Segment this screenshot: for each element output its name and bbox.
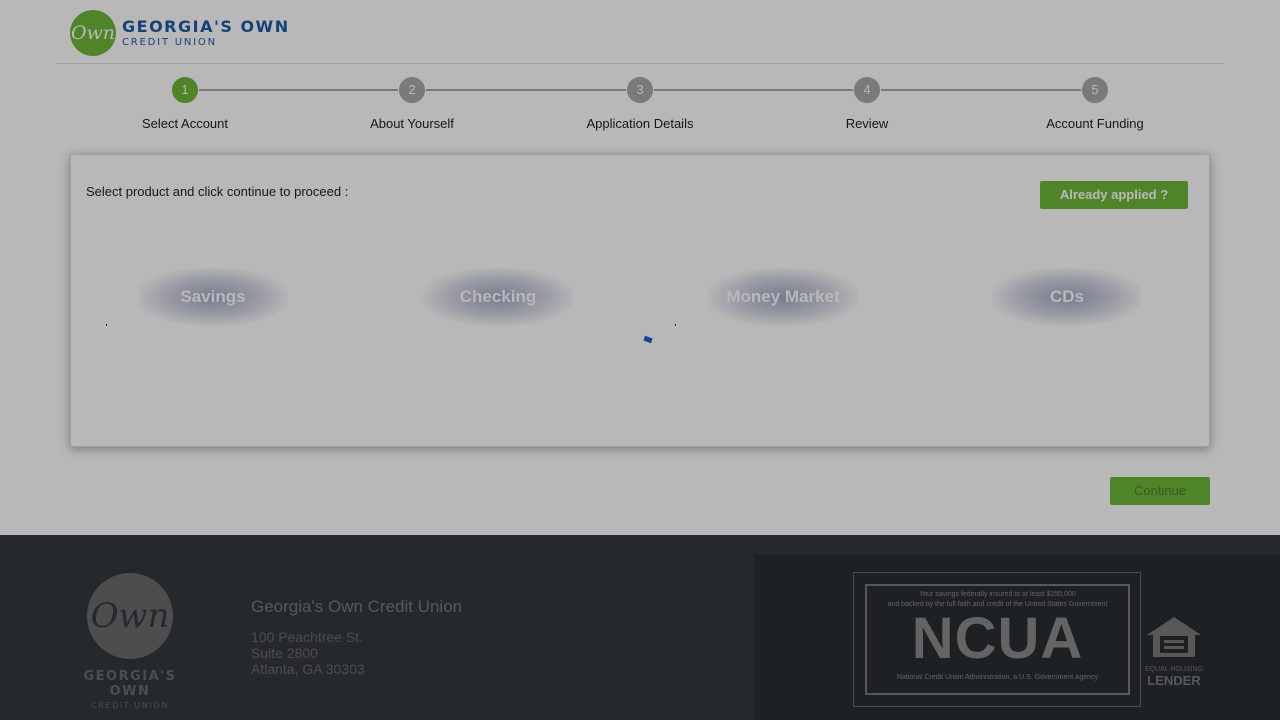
product-cds[interactable]: CDs xyxy=(992,268,1142,326)
separator-dot xyxy=(106,324,107,326)
step-label: About Yourself xyxy=(370,116,454,131)
already-applied-button[interactable]: Already applied ? xyxy=(1040,181,1188,209)
product-money-market[interactable]: Money Market xyxy=(708,268,858,326)
site-footer: Own GEORGIA'S OWN CREDIT UNION Georgia's… xyxy=(0,535,1280,720)
footer-logo[interactable]: Own GEORGIA'S OWN CREDIT UNION xyxy=(70,573,190,710)
product-checking[interactable]: Checking xyxy=(423,268,573,326)
step-select-account: 1 Select Account xyxy=(85,76,285,131)
step-label: Review xyxy=(845,116,889,131)
address-line: 100 Peachtree St. xyxy=(251,629,364,645)
footer-logo-mark: Own xyxy=(87,573,173,659)
step-number-badge: 3 xyxy=(626,76,654,104)
logo-wordmark: GEORGIA'S OWN CREDIT UNION xyxy=(122,16,290,48)
equal-housing-lender-badge: EQUAL HOUSING LENDER xyxy=(1144,615,1204,687)
footer-org-name: Georgia's Own Credit Union xyxy=(251,597,463,616)
step-review: 4 Review xyxy=(767,76,967,131)
ehl-line-2: LENDER xyxy=(1147,673,1201,688)
step-label: Account Funding xyxy=(1046,116,1144,131)
step-number-badge: 2 xyxy=(398,76,426,104)
ncua-top-line: Your savings federally insured to at lea… xyxy=(919,591,1076,598)
logo-mark: Own xyxy=(70,10,116,56)
equal-housing-house-icon xyxy=(1147,617,1201,657)
footer-logo-main-text: GEORGIA'S OWN xyxy=(83,669,177,699)
step-number-badge: 5 xyxy=(1081,76,1109,104)
logo-sub-text: CREDIT UNION xyxy=(122,36,217,48)
address-line: Atlanta, GA 30303 xyxy=(251,661,365,677)
ncua-badge: Your savings federally insured to at lea… xyxy=(853,572,1141,707)
step-number-badge: 4 xyxy=(853,76,881,104)
ncua-agency-text: National Credit Union Administration, a … xyxy=(896,674,1099,681)
footer-badges: Your savings federally insured to at lea… xyxy=(754,555,1280,720)
address-line: Suite 2800 xyxy=(251,645,318,661)
step-number-badge: 1 xyxy=(171,76,199,104)
step-about-yourself: 2 About Yourself xyxy=(312,76,512,131)
progress-stepper: 1 Select Account 2 About Yourself 3 Appl… xyxy=(0,64,1280,154)
loading-spinner-icon xyxy=(643,335,653,344)
product-savings[interactable]: Savings xyxy=(138,268,288,326)
footer-logo-sub-text: CREDIT UNION xyxy=(91,701,169,710)
logo-main-text: GEORGIA'S OWN xyxy=(122,16,290,36)
georgias-own-logo[interactable]: Own GEORGIA'S OWN CREDIT UNION xyxy=(70,10,290,56)
step-label: Application Details xyxy=(586,116,694,131)
product-selection-panel: Select product and click continue to pro… xyxy=(70,154,1210,447)
product-options: Savings Checking Money Market CDs xyxy=(71,268,1211,328)
step-account-funding: 5 Account Funding xyxy=(995,76,1195,131)
instruction-text: Select product and click continue to pro… xyxy=(86,184,349,199)
step-application-details: 3 Application Details xyxy=(540,76,740,131)
step-label: Select Account xyxy=(142,116,228,131)
continue-button[interactable]: Continue xyxy=(1110,477,1210,505)
separator-dot xyxy=(675,324,676,326)
ncua-badge-frame: Your savings federally insured to at lea… xyxy=(865,584,1130,695)
ncua-title: NCUA xyxy=(911,606,1084,671)
footer-address: 100 Peachtree St. Suite 2800 Atlanta, GA… xyxy=(251,629,365,677)
site-header: Own GEORGIA'S OWN CREDIT UNION xyxy=(0,0,1280,64)
